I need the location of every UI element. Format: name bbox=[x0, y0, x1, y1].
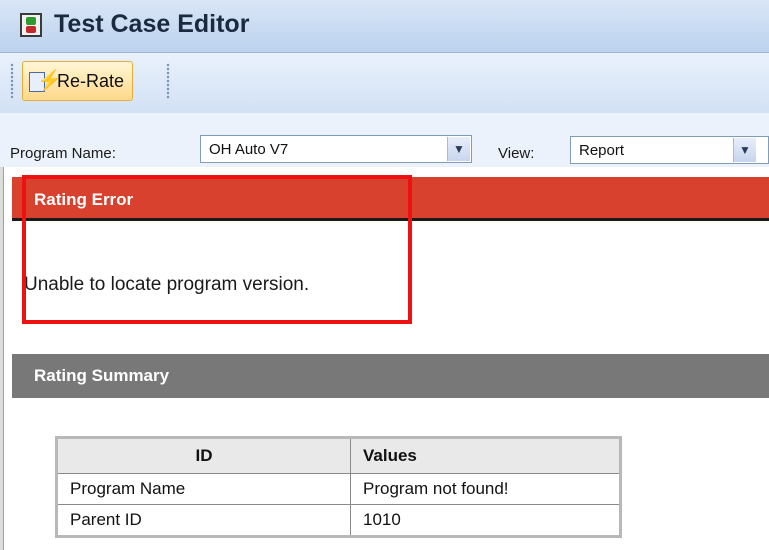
program-name-value: OH Auto V7 bbox=[209, 141, 289, 158]
table-cell: Parent ID bbox=[56, 504, 351, 537]
rerate-lightning-icon: ⚡ bbox=[29, 70, 62, 92]
toolbar-grip[interactable] bbox=[10, 63, 14, 99]
rerate-button-label: Re-Rate bbox=[57, 70, 125, 91]
rating-summary-table: ID Values Program Name Program not found… bbox=[55, 436, 622, 538]
column-header-id: ID bbox=[56, 437, 351, 474]
table-cell: Program not found! bbox=[350, 473, 621, 505]
view-label: View: bbox=[498, 145, 535, 162]
table-cell: Program Name bbox=[56, 473, 351, 505]
table-row: Program Name Program not found! bbox=[56, 473, 621, 505]
view-dropdown[interactable]: Report ▼ bbox=[570, 136, 769, 164]
table-row: Parent ID 1010 bbox=[56, 504, 621, 537]
title-bar: Test Case Editor bbox=[0, 0, 769, 53]
traffic-light-icon bbox=[20, 13, 42, 37]
table-header-row: ID Values bbox=[56, 437, 621, 474]
highlight-box bbox=[22, 175, 412, 324]
report-panel: Rating Error Unable to locate program ve… bbox=[12, 167, 769, 550]
column-header-values: Values bbox=[350, 437, 621, 474]
left-border bbox=[0, 167, 4, 550]
window-title: Test Case Editor bbox=[54, 10, 250, 38]
program-name-label: Program Name: bbox=[10, 145, 116, 162]
chevron-down-icon[interactable]: ▼ bbox=[733, 138, 756, 162]
table-cell: 1010 bbox=[350, 504, 621, 537]
toolbar-grip-end[interactable] bbox=[166, 63, 170, 99]
filter-bar: Program Name: OH Auto V7 ▼ View: Report … bbox=[0, 113, 769, 167]
toolbar: ⚡ Re-Rate bbox=[0, 53, 769, 114]
rerate-button[interactable]: ⚡ Re-Rate bbox=[22, 61, 134, 101]
program-name-dropdown[interactable]: OH Auto V7 ▼ bbox=[200, 135, 472, 163]
chevron-down-icon[interactable]: ▼ bbox=[447, 137, 470, 161]
view-value: Report bbox=[579, 142, 625, 159]
rating-summary-header: Rating Summary bbox=[12, 354, 769, 398]
